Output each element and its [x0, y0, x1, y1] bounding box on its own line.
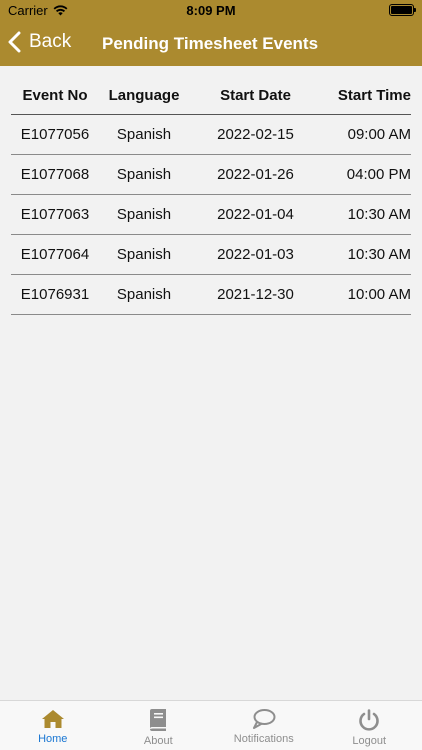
event-no-cell: E1077056 — [20, 126, 90, 143]
event-no-cell: E1076931 — [20, 286, 90, 303]
event-no-cell: E1077064 — [20, 246, 90, 263]
table-header-row: Event No Language Start Date Start Time — [11, 76, 411, 115]
start-date-cell: 2022-01-26 — [217, 166, 294, 183]
language-cell: Spanish — [116, 126, 172, 143]
power-icon — [359, 709, 380, 731]
tab-home-label: Home — [38, 733, 68, 745]
start-time-cell: 09:00 AM — [347, 126, 411, 143]
start-date-cell: 2022-01-03 — [217, 246, 294, 263]
status-bar: Carrier 8:09 PM — [0, 0, 422, 22]
column-header-start-date: Start Date — [220, 86, 291, 104]
events-table: Event No Language Start Date Start Time … — [11, 76, 411, 315]
column-header-start-time: Start Time — [337, 86, 411, 104]
header: Carrier 8:09 PM Back Pending Timesheet E… — [0, 0, 422, 66]
language-cell: Spanish — [116, 166, 172, 183]
language-cell: Spanish — [116, 286, 172, 303]
start-date-cell: 2021-12-30 — [217, 286, 294, 303]
table-row[interactable]: E1076931 Spanish 2021-12-30 10:00 AM — [11, 275, 411, 315]
page-title: Pending Timesheet Events — [102, 34, 319, 53]
event-no-cell: E1077068 — [20, 166, 90, 183]
start-time-cell: 10:30 AM — [347, 206, 411, 223]
navigation-bar: Back Pending Timesheet Events — [0, 22, 422, 66]
column-header-language: Language — [108, 86, 180, 104]
column-header-event-no: Event No — [22, 86, 88, 104]
event-no-cell: E1077063 — [20, 206, 90, 223]
tab-about-label: About — [143, 735, 173, 747]
start-time-cell: 10:30 AM — [347, 246, 411, 263]
start-date-cell: 2022-01-04 — [217, 206, 294, 223]
back-button[interactable]: Back — [8, 31, 71, 53]
home-icon — [41, 710, 64, 728]
tab-about[interactable]: About — [106, 701, 212, 750]
tab-logout-label: Logout — [352, 735, 387, 747]
language-cell: Spanish — [116, 206, 172, 223]
chevron-left-icon — [8, 31, 21, 53]
table-row[interactable]: E1077063 Spanish 2022-01-04 10:30 AM — [11, 195, 411, 235]
start-time-cell: 04:00 PM — [346, 166, 411, 183]
book-icon — [150, 709, 167, 731]
tab-home[interactable]: Home — [0, 701, 106, 750]
language-cell: Spanish — [116, 246, 172, 263]
chat-bubble-icon — [252, 709, 276, 729]
tab-notifications[interactable]: Notifications — [211, 701, 317, 750]
tab-bar: Home About Notifications Logout — [0, 700, 422, 750]
table-row[interactable]: E1077056 Spanish 2022-02-15 09:00 AM — [11, 115, 411, 155]
tab-notifications-label: Notifications — [233, 733, 294, 745]
status-time: 8:09 PM — [186, 3, 236, 18]
table-row[interactable]: E1077064 Spanish 2022-01-03 10:30 AM — [11, 235, 411, 275]
table-row[interactable]: E1077068 Spanish 2022-01-26 04:00 PM — [11, 155, 411, 195]
battery-icon — [389, 4, 416, 16]
start-time-cell: 10:00 AM — [347, 286, 411, 303]
start-date-cell: 2022-02-15 — [217, 126, 294, 143]
tab-logout[interactable]: Logout — [317, 701, 422, 750]
back-label: Back — [29, 31, 72, 52]
